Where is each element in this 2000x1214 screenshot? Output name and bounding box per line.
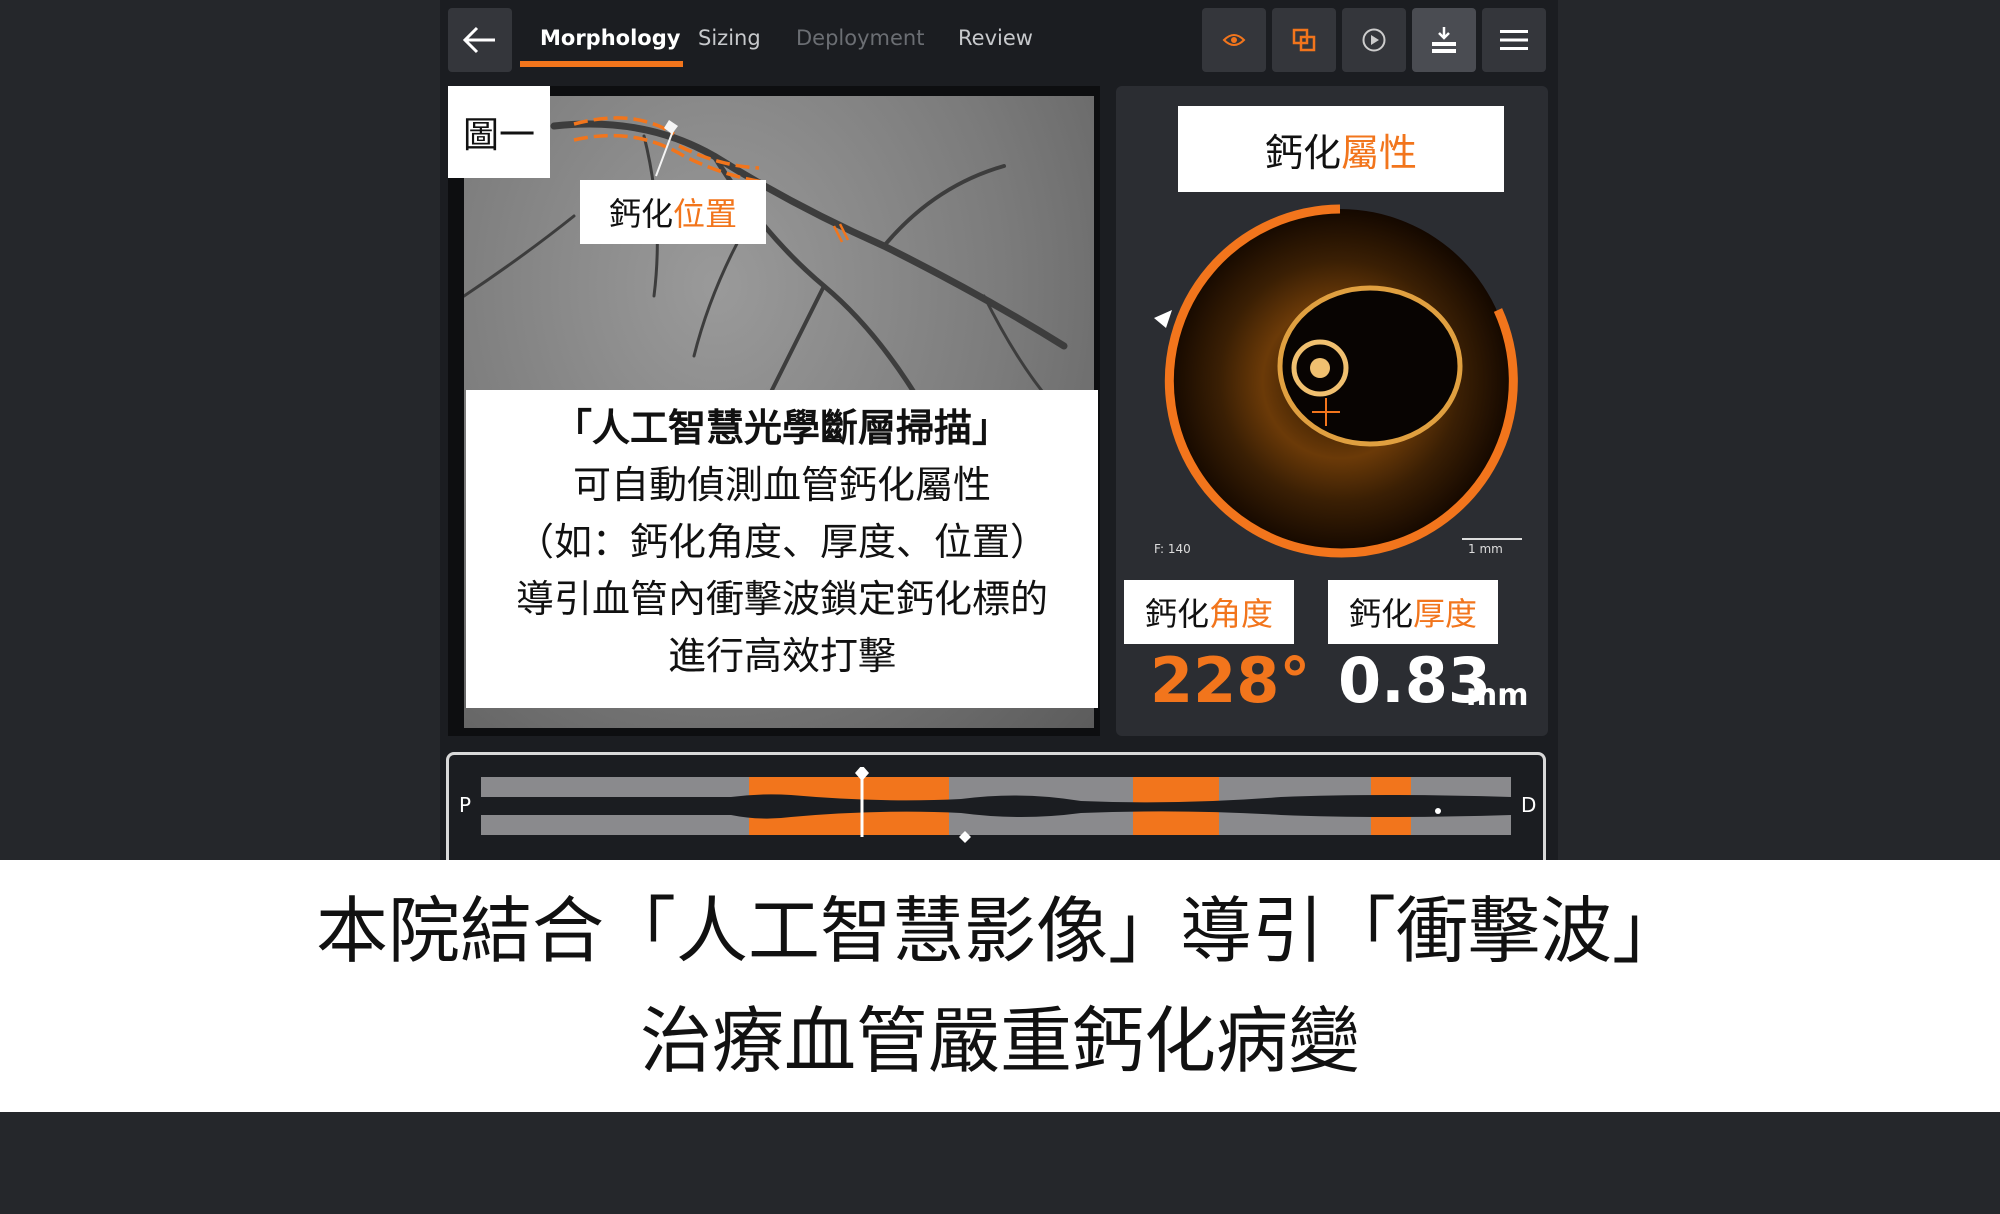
- overlay-button[interactable]: [1272, 8, 1336, 72]
- view-toggle-button[interactable]: [1202, 8, 1266, 72]
- play-button[interactable]: [1342, 8, 1406, 72]
- info-line: 導引血管內衝擊波鎖定鈣化標的: [515, 577, 1048, 621]
- download-button[interactable]: [1412, 8, 1476, 72]
- calcium-angle-label: 鈣化 角度: [1124, 580, 1294, 644]
- vessel-length-profile[interactable]: [481, 767, 1511, 847]
- calcium-location-label-orange: 位置: [673, 195, 738, 233]
- oct-title-black: 鈣化: [1264, 130, 1341, 175]
- calcium-thickness-label: 鈣化 厚度: [1328, 580, 1498, 644]
- caption-line-1: 本院結合「人工智慧影像」導引「衝擊波」: [315, 889, 1684, 973]
- info-line: （如：鈣化角度、厚度、位置）: [515, 520, 1048, 564]
- thickness-label-orange: 厚度: [1413, 595, 1478, 633]
- distal-label: D: [1521, 793, 1537, 817]
- arrow-left-icon: [463, 26, 495, 54]
- top-bar: Morphology Sizing Deployment Review: [440, 0, 1558, 82]
- angiography-panel: 圖一 鈣化 位置 「人工智慧光學斷層掃描」 可自動偵測血管鈣化屬性 （如：鈣化角度…: [448, 86, 1100, 736]
- info-title: 「人工智慧光學斷層掃描」: [553, 406, 1010, 450]
- tab-deployment: Deployment: [796, 26, 925, 50]
- ai-oct-info-box: 「人工智慧光學斷層掃描」 可自動偵測血管鈣化屬性 （如：鈣化角度、厚度、位置） …: [466, 390, 1098, 708]
- active-tab-indicator: [520, 61, 683, 67]
- thickness-label-black: 鈣化: [1348, 595, 1413, 633]
- info-line: 進行高效打擊: [667, 634, 896, 678]
- menu-icon: [1500, 30, 1528, 50]
- play-icon: [1362, 28, 1386, 52]
- tab-sizing[interactable]: Sizing: [698, 26, 761, 50]
- longitudinal-view: P D: [446, 752, 1546, 862]
- menu-button[interactable]: [1482, 8, 1546, 72]
- scale-bar: [1462, 538, 1522, 540]
- proximal-label: P: [459, 793, 472, 817]
- oct-cross-section-image: [1154, 204, 1518, 558]
- info-line: 可自動偵測血管鈣化屬性: [572, 463, 991, 507]
- tab-morphology[interactable]: Morphology: [540, 26, 680, 50]
- back-button[interactable]: [448, 8, 512, 72]
- caption-banner: 本院結合「人工智慧影像」導引「衝擊波」 治療血管嚴重鈣化病變: [0, 860, 2000, 1112]
- calcium-angle-value: 228°: [1150, 644, 1311, 717]
- oct-app-window: Morphology Sizing Deployment Review 圖一 鈣…: [440, 0, 1558, 862]
- oct-title-orange: 屬性: [1341, 130, 1418, 175]
- scale-label: 1 mm: [1468, 542, 1503, 556]
- calcium-attributes-title: 鈣化 屬性: [1178, 106, 1504, 192]
- calcium-location-label-black: 鈣化: [608, 195, 673, 233]
- frame-number: F: 140: [1154, 542, 1191, 556]
- angle-label-black: 鈣化: [1144, 595, 1209, 633]
- eye-icon: [1222, 34, 1246, 46]
- tab-review[interactable]: Review: [958, 26, 1033, 50]
- oct-panel: 鈣化 屬性 F: 140 1 mm 鈣化 角度 鈣化 厚度 228° 0.83 …: [1116, 86, 1548, 736]
- overlay-icon: [1292, 28, 1316, 52]
- angle-label-orange: 角度: [1209, 595, 1274, 633]
- calcium-location-label: 鈣化 位置: [580, 180, 766, 244]
- thickness-unit: mm: [1466, 678, 1529, 713]
- download-icon: [1432, 27, 1456, 53]
- figure-label: 圖一: [448, 86, 550, 178]
- caption-line-2: 治療血管嚴重鈣化病變: [639, 999, 1360, 1083]
